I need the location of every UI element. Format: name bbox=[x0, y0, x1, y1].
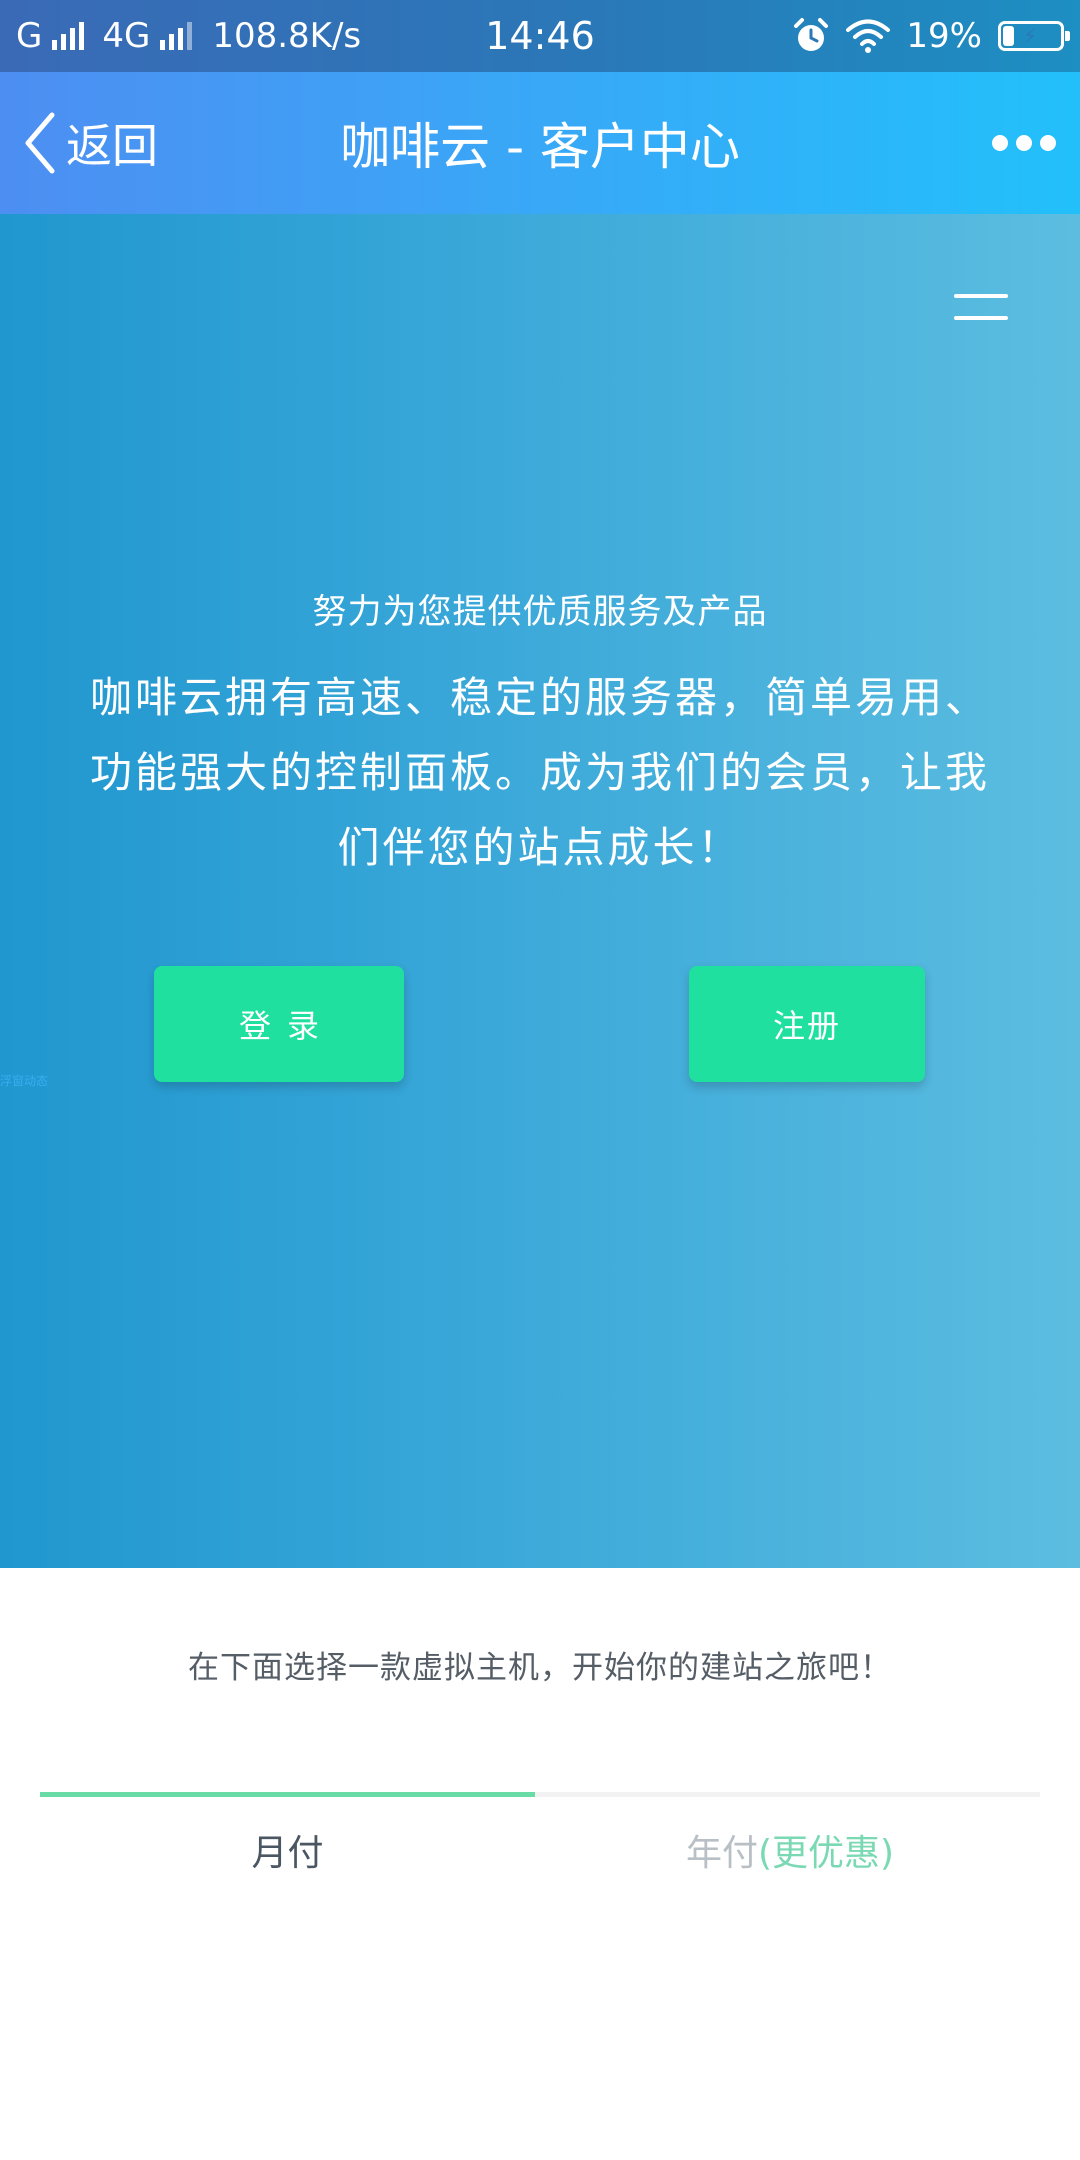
more-dots-icon bbox=[992, 135, 1008, 151]
back-button[interactable]: 返回 bbox=[20, 72, 158, 214]
login-button[interactable]: 登录 bbox=[154, 966, 404, 1082]
signal-1-icon bbox=[52, 22, 85, 50]
back-label: 返回 bbox=[66, 119, 158, 173]
chevron-left-icon bbox=[25, 112, 55, 174]
wifi-icon bbox=[846, 19, 891, 53]
hero-section: 努力为您提供优质服务及产品 咖啡云拥有高速、稳定的服务器，简单易用、功能强大的控… bbox=[0, 214, 1080, 1568]
hero-subtitle: 努力为您提供优质服务及产品 bbox=[312, 592, 768, 632]
hero-description: 咖啡云拥有高速、稳定的服务器，简单易用、功能强大的控制面板。成为我们的会员，让我… bbox=[89, 673, 990, 872]
status-right: 19% ⚡ bbox=[792, 0, 1070, 72]
register-button[interactable]: 注册 bbox=[689, 966, 925, 1082]
tab-monthly[interactable]: 月付 bbox=[40, 1820, 535, 1880]
carrier-2-label: 4G bbox=[102, 16, 151, 56]
network-speed: 108.8K/s bbox=[212, 16, 362, 56]
status-left: G 4G 108.8K/s bbox=[16, 0, 361, 72]
alarm-clock-icon bbox=[794, 18, 829, 51]
status-bar: G 4G 108.8K/s 14:46 19% ⚡ bbox=[0, 0, 1080, 72]
signal-2-icon bbox=[160, 22, 193, 50]
floating-link[interactable]: 浮窗动态 bbox=[0, 1072, 48, 1089]
carrier-1-label: G bbox=[16, 16, 43, 56]
battery-charging-icon: ⚡ bbox=[998, 21, 1070, 51]
more-button[interactable] bbox=[992, 72, 1056, 214]
tab-yearly[interactable]: 年付 (更优惠) bbox=[540, 1820, 1040, 1880]
tab-yearly-accent: (更优惠) bbox=[757, 1833, 895, 1874]
hamburger-menu-icon[interactable] bbox=[954, 294, 1008, 324]
tab-yearly-label: 年付 bbox=[685, 1833, 758, 1874]
page-title: 咖啡云 - 客户中心 bbox=[340, 118, 740, 176]
plan-prompt: 在下面选择一款虚拟主机，开始你的建站之旅吧！ bbox=[188, 1650, 892, 1686]
tab-active-indicator bbox=[40, 1792, 535, 1797]
nav-bar: 返回 咖啡云 - 客户中心 bbox=[0, 72, 1080, 214]
battery-percent: 19% bbox=[906, 16, 982, 56]
tab-monthly-label: 月付 bbox=[251, 1833, 324, 1874]
tab-track bbox=[40, 1792, 1040, 1797]
